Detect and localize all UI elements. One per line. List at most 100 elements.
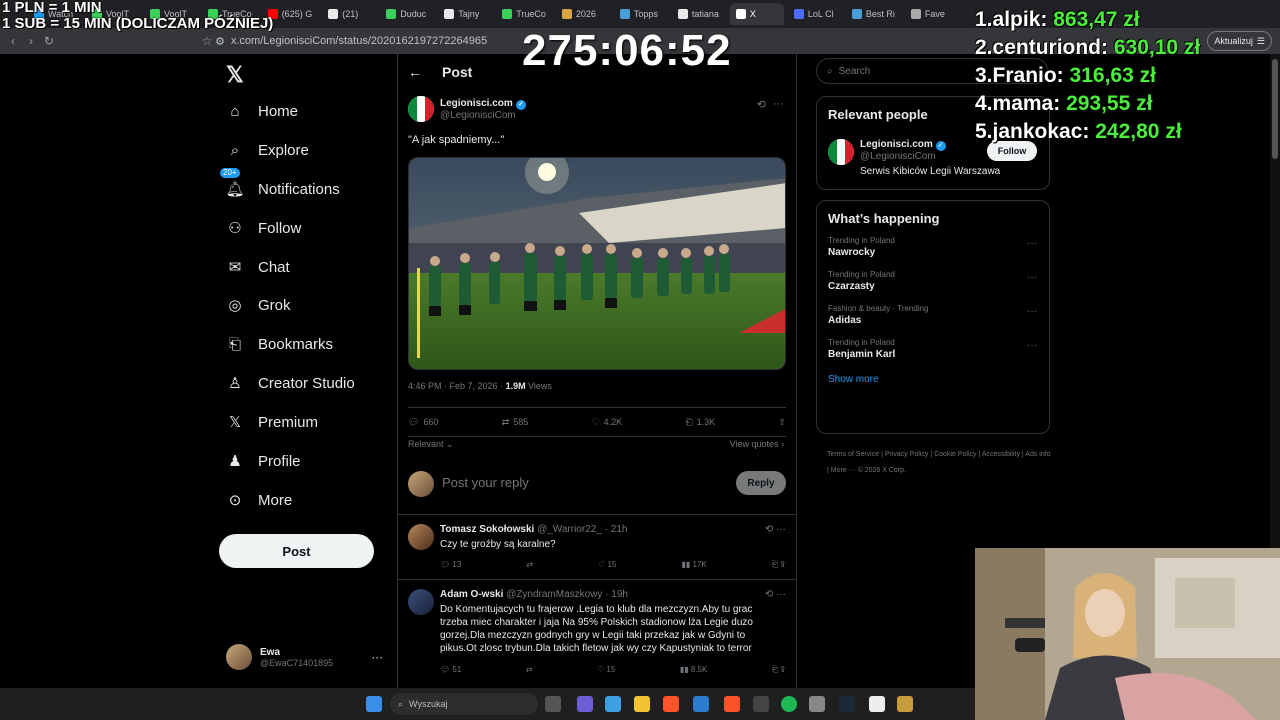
reply-item[interactable]: Tomasz Sokołowski @_Warrior22_ · 21h ⟲ ·… [398, 516, 796, 580]
nav-label: Chat [258, 258, 290, 276]
reply-input[interactable]: Post your reply [442, 475, 529, 490]
browser-tab[interactable]: Fave [905, 3, 959, 25]
nav-explore[interactable]: ⌕ Explore [226, 141, 309, 159]
spotify-icon[interactable] [781, 696, 797, 712]
browser-tab[interactable]: LoL Cl [788, 3, 842, 25]
post-timestamp[interactable]: 4:46 PM · Feb 7, 2026 · [408, 381, 506, 391]
views-action[interactable]: ▮▮ 17K [682, 560, 707, 570]
back-icon[interactable]: ‹ [4, 34, 22, 48]
back-arrow-icon[interactable]: ← [408, 64, 422, 80]
reply-action[interactable]: 💬︎ 660 [408, 417, 438, 428]
grok-explain-icon[interactable]: ⟲ [757, 98, 766, 111]
bookmark-share-actions[interactable]: ⎗ ⇪ [772, 560, 785, 570]
bookmark-share-actions[interactable]: ⎗ ⇪ [772, 665, 785, 675]
more-dots-icon[interactable]: ··· [1027, 272, 1037, 283]
legia-avatar[interactable] [408, 96, 434, 122]
app-icon[interactable] [869, 696, 885, 712]
avatar[interactable] [408, 589, 434, 615]
copilot-icon[interactable] [605, 696, 621, 712]
nav-home[interactable]: ⌂ Home [226, 102, 298, 120]
trend-item[interactable]: Trending in Poland Benjamin Karl ··· [817, 332, 1049, 366]
sort-dropdown[interactable]: Relevant ⌄ [408, 439, 454, 450]
show-more-link[interactable]: Show more [817, 366, 1049, 393]
reply-menu[interactable]: ⟲ ··· [765, 589, 786, 600]
account-switcher[interactable]: Ewa @EwaC71401895 ··· [226, 644, 383, 670]
author-name[interactable]: Legionisci.com [440, 98, 513, 109]
tab-label: X [749, 9, 756, 19]
repost-icon: ⇄ [525, 665, 533, 674]
nav-more[interactable]: ⊙ More [226, 491, 292, 510]
reply-button[interactable]: Reply [736, 471, 786, 495]
trend-item[interactable]: Trending in Poland Nawrocky ··· [817, 230, 1049, 264]
nav-notifications[interactable]: 🔔︎ 20+ Notifications [220, 168, 340, 198]
update-button[interactable]: Aktualizuj ☰ [1207, 31, 1272, 51]
nav-premium[interactable]: 𝕏 Premium [226, 413, 318, 432]
reply-action[interactable]: 💬︎ 51 [440, 665, 461, 675]
browser-tab[interactable]: TrueCo [496, 3, 552, 25]
forward-icon[interactable]: › [22, 34, 40, 48]
trend-item[interactable]: Fashion & beauty · Trending Adidas ··· [817, 298, 1049, 332]
like-action[interactable]: ♡ 15 [597, 665, 615, 675]
repost-action[interactable]: ⇄ [526, 560, 533, 570]
brave-icon[interactable] [663, 696, 679, 712]
avatar [226, 644, 252, 670]
share-action[interactable]: ⇪ [778, 417, 786, 428]
like-action[interactable]: ♡ 15 [598, 560, 616, 570]
reply-author[interactable]: Adam O-wski @ZyndramMaszkowy · 19h [440, 589, 628, 600]
post-button[interactable]: Post [219, 534, 374, 568]
more-dots-icon: ··· [776, 589, 786, 600]
more-dots-icon[interactable]: ··· [1027, 306, 1037, 317]
more-dots-icon[interactable]: ··· [1027, 238, 1037, 249]
x-logo-icon[interactable]: 𝕏 [226, 62, 244, 88]
reload-icon[interactable]: ↻ [40, 34, 58, 48]
brave-active-icon[interactable] [724, 696, 740, 712]
reply-author[interactable]: Tomasz Sokołowski @_Warrior22_ · 21h [440, 524, 627, 535]
app-icon[interactable] [809, 696, 825, 712]
nav-follow[interactable]: ⚇ Follow [226, 219, 301, 238]
browser-tab[interactable]: Tajny [438, 3, 492, 25]
nav-bookmarks[interactable]: ⎗ Bookmarks [226, 335, 333, 353]
bookmark-action[interactable]: ⎗ 1.3K [685, 417, 715, 428]
nav-profile[interactable]: ♟ Profile [226, 452, 300, 471]
reply-item[interactable]: Adam O-wski @ZyndramMaszkowy · 19h ⟲ ···… [398, 581, 796, 688]
avatar[interactable] [408, 524, 434, 550]
obs-icon[interactable] [753, 696, 769, 712]
scrollbar-thumb[interactable] [1272, 59, 1278, 159]
legia-avatar[interactable] [828, 139, 854, 165]
repost-action[interactable]: ⇄ [526, 665, 533, 675]
like-action[interactable]: ♡ 4.2K [592, 417, 623, 428]
trend-item[interactable]: Trending in Poland Czarzasty ··· [817, 264, 1049, 298]
nav-chat[interactable]: ✉ Chat [226, 258, 290, 277]
views-action[interactable]: ▮▮ 8.5K [680, 665, 708, 675]
league-icon[interactable] [897, 696, 913, 712]
tab-label: Fave [924, 9, 945, 19]
browser-tab[interactable]: tatiana [672, 3, 726, 25]
browser-tab[interactable]: Duduc [380, 3, 434, 25]
reply-menu[interactable]: ⟲ ··· [765, 524, 786, 535]
author-handle[interactable]: @LegionisciCom [440, 110, 526, 121]
bookmark-star-icon[interactable]: ☆ [198, 34, 216, 48]
discord-icon[interactable] [577, 696, 593, 712]
repost-action[interactable]: ⇄ 585 [502, 417, 529, 428]
reply-action[interactable]: 💬︎ 13 [440, 560, 461, 570]
post-author[interactable]: Legionisci.com ✓ @LegionisciCom [408, 96, 526, 122]
browser-tab[interactable]: Best Ri [846, 3, 901, 25]
windows-start-icon[interactable] [366, 696, 382, 712]
more-dots-icon[interactable]: ··· [1027, 340, 1037, 351]
nav-creator-studio[interactable]: ♙ Creator Studio [226, 374, 354, 393]
store-icon[interactable] [693, 696, 709, 712]
steam-icon[interactable] [839, 696, 855, 712]
task-view-icon[interactable] [545, 696, 561, 712]
site-info-icon[interactable]: ⚙ [215, 35, 225, 48]
more-dots-icon[interactable]: ··· [773, 98, 784, 110]
browser-tab[interactable]: Topps [614, 3, 668, 25]
taskbar-search[interactable]: ⌕ Wyszukaj [390, 693, 538, 715]
footer-links[interactable]: Terms of Service | Privacy Policy | Cook… [827, 447, 1053, 479]
post-image[interactable] [408, 157, 786, 370]
view-quotes-link[interactable]: View quotes › [730, 439, 784, 449]
browser-tab[interactable]: 2026 [556, 3, 610, 25]
browser-tab[interactable]: (21) [322, 3, 376, 25]
nav-grok[interactable]: ◎ Grok [226, 296, 290, 315]
browser-tab[interactable]: X [729, 3, 784, 25]
file-explorer-icon[interactable] [634, 696, 650, 712]
